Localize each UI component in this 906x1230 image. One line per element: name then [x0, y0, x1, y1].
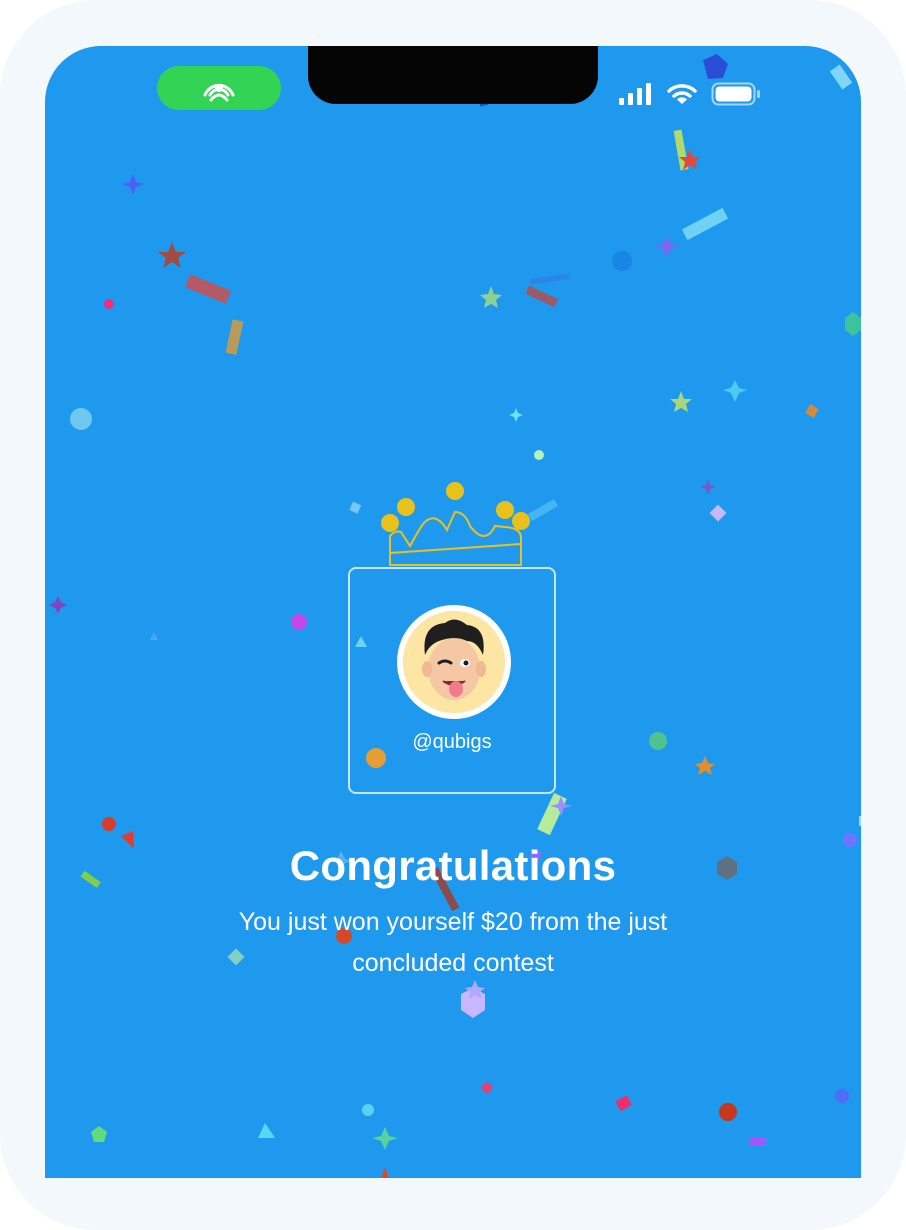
wifi-icon	[667, 84, 697, 104]
phone-screen: @qubigs Congratulations You just won you…	[45, 46, 861, 1178]
status-bar-icons	[619, 82, 761, 106]
congratulations-heading: Congratulations	[289, 842, 617, 889]
winner-card: @qubigs	[348, 567, 556, 794]
live-indicator-pill[interactable]	[157, 66, 281, 110]
winner-username: @qubigs	[412, 731, 492, 753]
camera-notch	[308, 46, 598, 104]
prize-message: You just won yourself $20 from the just …	[238, 908, 668, 977]
battery-icon	[711, 82, 760, 106]
crown-icon	[381, 482, 530, 566]
cellular-signal-icon	[619, 83, 651, 105]
memoji-avatar-icon	[403, 611, 505, 713]
winner-avatar	[397, 605, 511, 719]
broadcast-person-icon	[203, 83, 235, 102]
